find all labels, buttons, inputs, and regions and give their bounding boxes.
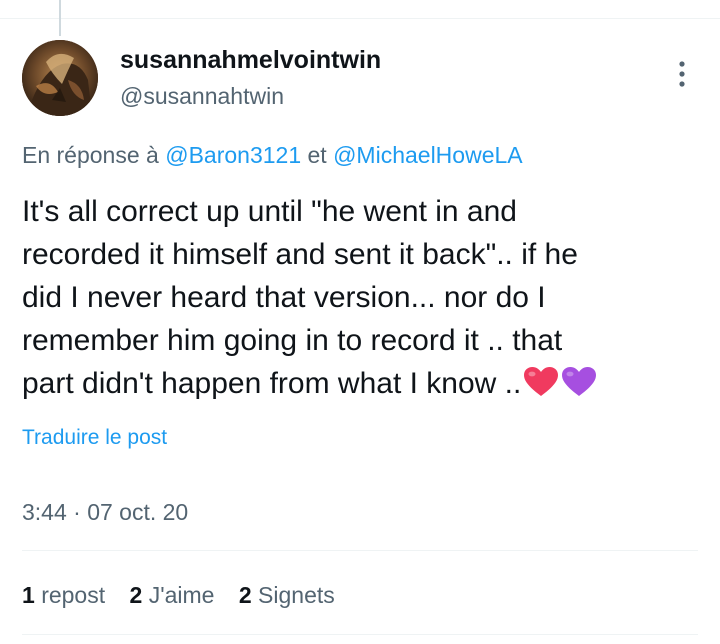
avatar-image [22,40,98,116]
reply-joiner: et [301,142,334,168]
user-handle[interactable]: @susannahtwin [120,82,284,110]
more-options-button[interactable] [668,56,696,92]
likes-count: 2 [129,582,143,608]
reposts-label: repost [41,582,106,608]
likes-stat[interactable]: 2 J'aime [130,580,215,610]
post-timestamp[interactable]: 3:44 · 07 oct. 20 [22,497,188,527]
divider [22,634,698,635]
tweet-text-line: remember him going in to record it .. th… [22,324,563,357]
tweet-text: It's all correct up until "he went in an… [22,190,702,405]
divider [22,550,698,551]
red-heart-icon [524,367,559,396]
bookmarks-stat[interactable]: 2 Signets [239,580,335,610]
thread-connector-line [59,0,61,36]
reply-context: En réponse à @Baron3121 et @MichaelHoweL… [22,140,523,170]
tweet-text-line-last: part didn't happen from what I know .. [22,362,702,405]
translate-post-link[interactable]: Traduire le post [22,424,167,452]
purple-heart-icon [562,367,597,396]
reposts-count: 1 [22,582,35,608]
tweet-text-line: It's all correct up until "he went in an… [22,195,517,228]
likes-label: J'aime [148,582,215,608]
mention-link-michaelhowela[interactable]: @MichaelHoweLA [333,142,523,168]
tweet-text-line: recorded it himself and sent it back".. … [22,238,578,271]
engagement-stats: 1 repost 2 J'aime 2 Signets [22,580,353,610]
avatar[interactable] [22,40,98,116]
more-vertical-icon [679,61,685,87]
reposts-stat[interactable]: 1 repost [22,580,105,610]
bookmarks-count: 2 [238,582,252,608]
reply-prefix: En réponse à [22,142,166,168]
tweet-text-line-content: part didn't happen from what I know .. [22,367,522,400]
tweet-text-line: did I never heard that version... nor do… [22,281,546,314]
top-divider [0,18,720,19]
mention-link-baron3121[interactable]: @Baron3121 [165,142,301,168]
bookmarks-label: Signets [258,582,335,608]
display-name[interactable]: susannahmelvointwin [120,45,381,75]
